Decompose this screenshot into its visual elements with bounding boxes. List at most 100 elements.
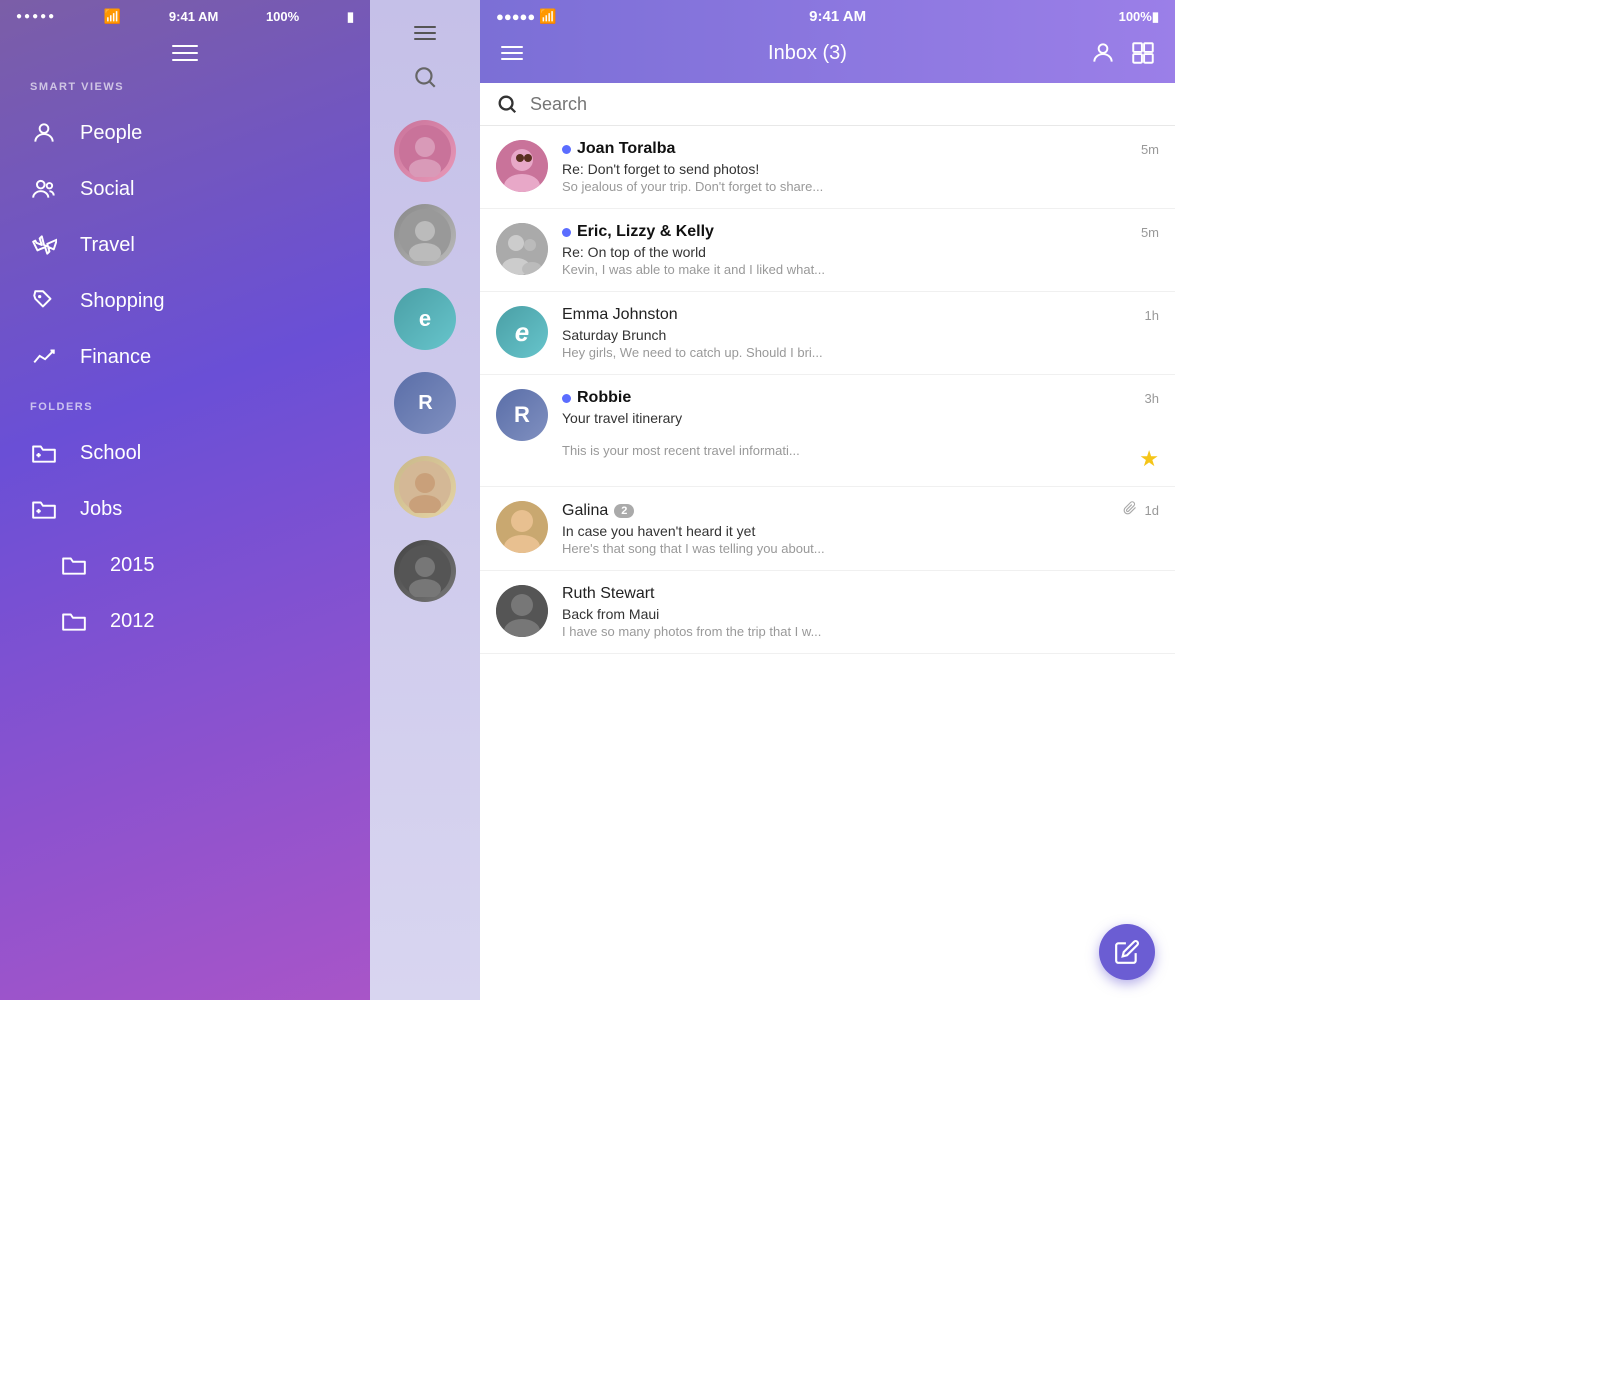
inbox-header: ●●●●● 📶 9:41 AM 100% ▮ Inbox (3) <box>480 0 1175 83</box>
middle-avatar-2 <box>394 204 456 266</box>
sidebar-item-finance[interactable]: Finance <box>0 329 370 385</box>
subject-ruth: Back from Maui <box>562 606 1159 622</box>
chart-icon <box>30 343 58 371</box>
time-joan: 5m <box>1141 142 1159 157</box>
email-content-joan: Joan Toralba 5m Re: Don't forget to send… <box>562 140 1159 194</box>
sidebar-item-shopping[interactable]: Shopping <box>0 273 370 329</box>
middle-search-icon <box>370 54 480 110</box>
preview-robbie: This is your most recent travel informat… <box>562 443 1139 458</box>
sidebar-item-travel[interactable]: Travel <box>0 217 370 273</box>
email-item-eric[interactable]: Eric, Lizzy & Kelly 5m Re: On top of the… <box>480 209 1175 292</box>
year-2012-label: 2012 <box>110 610 155 633</box>
battery-icon-inbox: ▮ <box>1152 9 1159 25</box>
middle-menu-icon <box>370 16 480 54</box>
avatar-emma: e <box>496 306 548 358</box>
layout-button[interactable] <box>1127 37 1159 69</box>
unread-dot-joan <box>562 145 571 154</box>
folders-label: FOLDERS <box>0 401 370 425</box>
folder-school-icon <box>30 439 58 467</box>
middle-avatar-3: e <box>394 288 456 350</box>
preview-galina: Here's that song that I was telling you … <box>562 541 1159 556</box>
sidebar-item-social[interactable]: Social <box>0 161 370 217</box>
subject-robbie: Your travel itinerary <box>562 410 1159 426</box>
time-galina: 1d <box>1145 503 1159 518</box>
avatar-galina <box>496 501 548 553</box>
subject-joan: Re: Don't forget to send photos! <box>562 161 1159 177</box>
preview-ruth: I have so many photos from the trip that… <box>562 624 1159 639</box>
tag-icon <box>30 287 58 315</box>
email-item-emma[interactable]: e Emma Johnston 1h Saturday Brunch Hey g… <box>480 292 1175 375</box>
subject-eric: Re: On top of the world <box>562 244 1159 260</box>
unread-dot-robbie <box>562 394 571 403</box>
sidebar-item-jobs[interactable]: Jobs <box>0 481 370 537</box>
profile-button[interactable] <box>1087 37 1119 69</box>
time-emma: 1h <box>1145 308 1159 323</box>
middle-status-bar <box>370 0 480 16</box>
middle-avatar-1 <box>394 120 456 182</box>
preview-eric: Kevin, I was able to make it and I liked… <box>562 262 1159 277</box>
sidebar-item-2015[interactable]: 2015 <box>0 537 370 593</box>
school-label: School <box>80 442 141 465</box>
email-item-galina[interactable]: Galina 2 1d In case you haven't heard it… <box>480 487 1175 571</box>
compose-button[interactable] <box>1099 924 1155 980</box>
email-content-galina: Galina 2 1d In case you haven't heard it… <box>562 501 1159 556</box>
sidebar-item-2012[interactable]: 2012 <box>0 593 370 649</box>
email-item-joan[interactable]: Joan Toralba 5m Re: Don't forget to send… <box>480 126 1175 209</box>
search-icon <box>496 93 518 115</box>
avatar-joan <box>496 140 548 192</box>
avatar-robbie: R <box>496 389 548 441</box>
folder-2015-icon <box>60 551 88 579</box>
avatar-eric <box>496 223 548 275</box>
attachment-icon-galina <box>1123 501 1137 520</box>
sender-ruth: Ruth Stewart <box>562 585 654 603</box>
hamburger-icon[interactable] <box>172 45 198 61</box>
battery-left: 100% <box>266 9 299 24</box>
people-label: People <box>80 122 142 145</box>
subject-emma: Saturday Brunch <box>562 327 1159 343</box>
search-input[interactable] <box>530 94 1159 115</box>
signal-dots-inbox: ●●●●● <box>496 9 535 24</box>
inbox-panel: ●●●●● 📶 9:41 AM 100% ▮ Inbox (3) <box>480 0 1175 1000</box>
email-content-emma: Emma Johnston 1h Saturday Brunch Hey gir… <box>562 306 1159 360</box>
battery-inbox: 100% <box>1119 9 1152 24</box>
finance-label: Finance <box>80 346 151 369</box>
email-content-eric: Eric, Lizzy & Kelly 5m Re: On top of the… <box>562 223 1159 277</box>
avatar-ruth <box>496 585 548 637</box>
sender-galina: Galina <box>562 502 608 520</box>
inbox-title-bar: Inbox (3) <box>480 29 1175 83</box>
unread-dot-eric <box>562 228 571 237</box>
sender-robbie: Robbie <box>577 389 631 407</box>
sidebar-item-school[interactable]: School <box>0 425 370 481</box>
time-eric: 5m <box>1141 225 1159 240</box>
wifi-icon: 📶 <box>104 8 121 25</box>
smart-views-label: SMART VIEWS <box>0 81 370 105</box>
social-icon <box>30 175 58 203</box>
subject-galina: In case you haven't heard it yet <box>562 523 1159 539</box>
time-inbox: 9:41 AM <box>557 8 1119 25</box>
battery-icon-left: ▮ <box>347 9 354 25</box>
time-robbie: 3h <box>1145 391 1159 406</box>
signal-dots: ●●●●● <box>16 11 56 22</box>
preview-joan: So jealous of your trip. Don't forget to… <box>562 179 1159 194</box>
menu-icon-wrap <box>0 33 370 81</box>
badge-galina: 2 <box>614 504 634 518</box>
preview-emma: Hey girls, We need to catch up. Should I… <box>562 345 1159 360</box>
sender-emma: Emma Johnston <box>562 306 678 324</box>
plane-icon <box>30 231 58 259</box>
travel-label: Travel <box>80 234 135 257</box>
folder-2012-icon <box>60 607 88 635</box>
jobs-label: Jobs <box>80 498 122 521</box>
sidebar-item-people[interactable]: People <box>0 105 370 161</box>
inbox-status-bar: ●●●●● 📶 9:41 AM 100% ▮ <box>480 0 1175 29</box>
inbox-menu-button[interactable] <box>496 37 528 69</box>
sender-joan: Joan Toralba <box>577 140 675 158</box>
middle-avatar-6 <box>394 540 456 602</box>
shopping-label: Shopping <box>80 290 165 313</box>
email-content-ruth: Ruth Stewart Back from Maui I have so ma… <box>562 585 1159 639</box>
email-content-robbie: Robbie 3h Your travel itinerary This is … <box>562 389 1159 472</box>
email-item-ruth[interactable]: Ruth Stewart Back from Maui I have so ma… <box>480 571 1175 654</box>
middle-panel: e R <box>370 0 480 1000</box>
search-bar <box>480 83 1175 126</box>
folder-jobs-icon <box>30 495 58 523</box>
email-item-robbie[interactable]: R Robbie 3h Your travel itinerary This i… <box>480 375 1175 487</box>
